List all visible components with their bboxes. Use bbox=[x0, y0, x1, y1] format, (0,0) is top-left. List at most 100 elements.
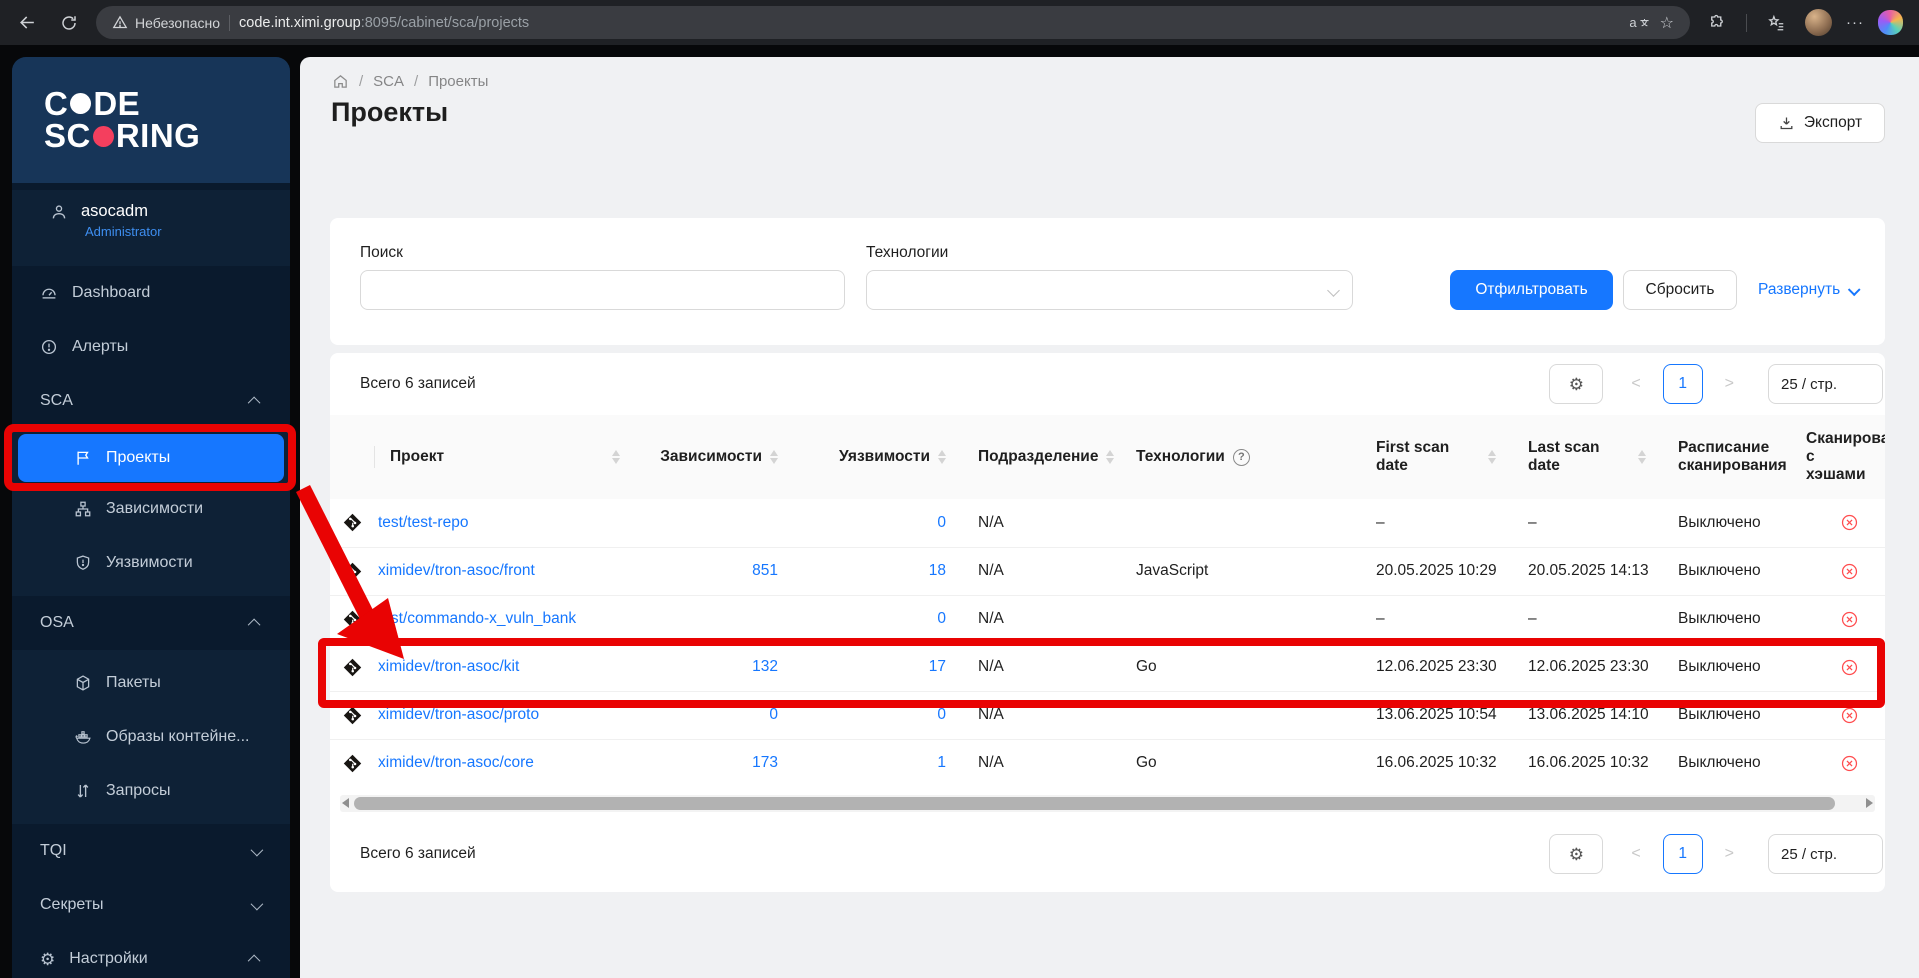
sidebar-item-dependencies[interactable]: Зависимости bbox=[12, 482, 290, 536]
home-icon[interactable] bbox=[332, 73, 349, 90]
sort-icons[interactable] bbox=[1638, 450, 1646, 464]
sidebar-item-requests[interactable]: Запросы bbox=[12, 764, 290, 818]
header-vulnerabilities[interactable]: Уязвимости bbox=[794, 415, 962, 499]
header-division[interactable]: Подразделение bbox=[962, 415, 1120, 499]
header-technologies[interactable]: Технологии? bbox=[1120, 415, 1360, 499]
search-input[interactable] bbox=[360, 270, 845, 310]
refresh-icon[interactable] bbox=[54, 8, 84, 38]
page-number[interactable]: 1 bbox=[1662, 834, 1703, 874]
technologies-select[interactable] bbox=[866, 270, 1353, 310]
hash-scan-disabled-icon bbox=[1840, 610, 1859, 629]
dependencies-count-link[interactable]: 132 bbox=[752, 658, 778, 675]
sidebar-section-osa[interactable]: OSA bbox=[12, 596, 290, 650]
project-link[interactable]: ximidev/tron-asoc/kit bbox=[378, 658, 519, 675]
sidebar-item-vulnerabilities[interactable]: Уязвимости bbox=[12, 536, 290, 590]
prev-page-icon[interactable]: < bbox=[1631, 845, 1640, 863]
table-row[interactable]: ximidev/tron-asoc/proto 0 0 N/A 13.06.20… bbox=[330, 690, 1885, 739]
vulnerabilities-count-link[interactable]: 0 bbox=[937, 610, 946, 627]
address-bar[interactable]: Небезопасно code.int.ximi.group:8095/cab… bbox=[96, 6, 1690, 39]
first-scan-cell: – bbox=[1360, 594, 1512, 643]
sidebar-item-container-images[interactable]: Образы контейне... bbox=[12, 710, 290, 764]
app-logo[interactable]: C DE SC RING bbox=[12, 57, 290, 183]
projects-table-body: test/test-repo 0 N/A – – Выключено ximid… bbox=[330, 499, 1885, 787]
header-first-scan[interactable]: First scan date bbox=[1360, 415, 1512, 499]
table-row[interactable]: ximidev/tron-asoc/core 173 1 N/A Go 16.0… bbox=[330, 738, 1885, 787]
technologies-cell bbox=[1120, 594, 1360, 643]
table-row[interactable]: test/test-repo 0 N/A – – Выключено bbox=[330, 499, 1885, 547]
table-row[interactable]: ximidev/tron-asoc/kit 132 17 N/A Go 12.0… bbox=[330, 642, 1885, 691]
header-dependencies[interactable]: Зависимости bbox=[636, 415, 794, 499]
page-number[interactable]: 1 bbox=[1662, 364, 1703, 404]
page-size-select[interactable]: 25 / стр. bbox=[1768, 834, 1883, 874]
header-project[interactable]: Проект bbox=[374, 415, 636, 499]
user-block[interactable]: asocadm Administrator bbox=[12, 190, 290, 266]
sort-icons[interactable] bbox=[1106, 450, 1115, 464]
first-scan-cell: 12.06.2025 23:30 bbox=[1360, 642, 1512, 691]
export-button[interactable]: Экспорт bbox=[1755, 103, 1885, 143]
table-row[interactable]: test/commando-x_vuln_bank 0 N/A – – Выкл… bbox=[330, 594, 1885, 643]
translate-icon[interactable]: a bbox=[1629, 15, 1650, 30]
filter-button[interactable]: Отфильтровать bbox=[1450, 270, 1613, 310]
browser-menu-icon[interactable]: ··· bbox=[1846, 14, 1864, 31]
reset-button[interactable]: Сбросить bbox=[1623, 270, 1737, 310]
project-link[interactable]: test/test-repo bbox=[378, 514, 468, 531]
project-link[interactable]: ximidev/tron-asoc/proto bbox=[378, 706, 539, 723]
sort-icons[interactable] bbox=[1488, 450, 1496, 464]
project-link[interactable]: ximidev/tron-asoc/core bbox=[378, 754, 534, 771]
dependencies-count-link[interactable]: 0 bbox=[769, 706, 778, 723]
sidebar-item-dashboard[interactable]: Dashboard bbox=[12, 266, 290, 320]
next-page-icon[interactable]: > bbox=[1725, 375, 1734, 393]
technologies-cell bbox=[1120, 499, 1360, 547]
project-link[interactable]: test/commando-x_vuln_bank bbox=[378, 610, 576, 627]
vulnerabilities-count-link[interactable]: 1 bbox=[937, 754, 946, 771]
profile-avatar[interactable] bbox=[1805, 9, 1832, 36]
table-settings-button[interactable]: ⚙ bbox=[1549, 834, 1604, 874]
next-page-icon[interactable]: > bbox=[1725, 845, 1734, 863]
breadcrumb-sca[interactable]: SCA bbox=[373, 73, 404, 90]
sidebar-section-secrets[interactable]: Секреты bbox=[12, 878, 290, 932]
sidebar-item-alerts[interactable]: Алерты bbox=[12, 320, 290, 374]
sidebar-section-sca[interactable]: SCA bbox=[12, 374, 290, 428]
favorites-hub-icon[interactable] bbox=[1761, 8, 1791, 38]
project-link[interactable]: ximidev/tron-asoc/front bbox=[378, 562, 535, 579]
prev-page-icon[interactable]: < bbox=[1631, 375, 1640, 393]
vulnerabilities-count-link[interactable]: 17 bbox=[929, 658, 946, 675]
scroll-left-icon[interactable] bbox=[342, 798, 349, 808]
back-icon[interactable] bbox=[12, 8, 42, 38]
dependencies-count-link[interactable]: 173 bbox=[752, 754, 778, 771]
header-hash-scan: Сканирование с хэшами bbox=[1790, 415, 1885, 499]
sidebar-section-tqi[interactable]: TQI bbox=[12, 824, 290, 878]
sidebar-section-settings[interactable]: ⚙ Настройки bbox=[12, 932, 290, 978]
technologies-cell: Go bbox=[1120, 642, 1360, 691]
favorite-star-icon[interactable]: ☆ bbox=[1660, 13, 1674, 33]
sort-icons[interactable] bbox=[612, 450, 620, 464]
scroll-right-icon[interactable] bbox=[1866, 798, 1873, 808]
technologies-label: Технологии bbox=[866, 244, 949, 261]
question-circle-icon[interactable]: ? bbox=[1232, 448, 1250, 466]
sort-icons[interactable] bbox=[938, 450, 946, 464]
not-secure-badge[interactable]: Небезопасно bbox=[112, 15, 220, 31]
expand-filters-link[interactable]: Развернуть bbox=[1758, 270, 1861, 310]
page-url[interactable]: code.int.ximi.group:8095/cabinet/sca/pro… bbox=[239, 15, 529, 31]
page-size-select[interactable]: 25 / стр. bbox=[1768, 364, 1883, 404]
chevron-up-icon bbox=[247, 618, 261, 631]
table-row[interactable]: ximidev/tron-asoc/front 851 18 N/A JavaS… bbox=[330, 546, 1885, 595]
last-scan-cell: – bbox=[1512, 594, 1662, 643]
hash-scan-disabled-icon bbox=[1840, 754, 1859, 773]
table-settings-button[interactable]: ⚙ bbox=[1549, 364, 1604, 404]
scrollbar-thumb[interactable] bbox=[354, 797, 1835, 810]
horizontal-scrollbar[interactable] bbox=[340, 795, 1875, 812]
extensions-icon[interactable] bbox=[1702, 8, 1732, 38]
breadcrumb-projects[interactable]: Проекты bbox=[428, 73, 488, 90]
table-toolbar-bottom: Всего 6 записей ⚙ < 1 > 25 / стр. bbox=[330, 828, 1885, 880]
vulnerabilities-count-link[interactable]: 0 bbox=[937, 706, 946, 723]
header-last-scan[interactable]: Last scan date bbox=[1512, 415, 1662, 499]
sort-icons[interactable] bbox=[770, 450, 778, 464]
vulnerabilities-count-link[interactable]: 0 bbox=[937, 514, 946, 531]
first-scan-cell: 13.06.2025 10:54 bbox=[1360, 690, 1512, 739]
copilot-icon[interactable] bbox=[1878, 10, 1903, 35]
vulnerabilities-count-link[interactable]: 18 bbox=[929, 562, 946, 579]
dependencies-count-link[interactable]: 851 bbox=[752, 562, 778, 579]
sidebar-item-projects[interactable]: Проекты bbox=[18, 434, 284, 482]
sidebar-item-packages[interactable]: Пакеты bbox=[12, 656, 290, 710]
